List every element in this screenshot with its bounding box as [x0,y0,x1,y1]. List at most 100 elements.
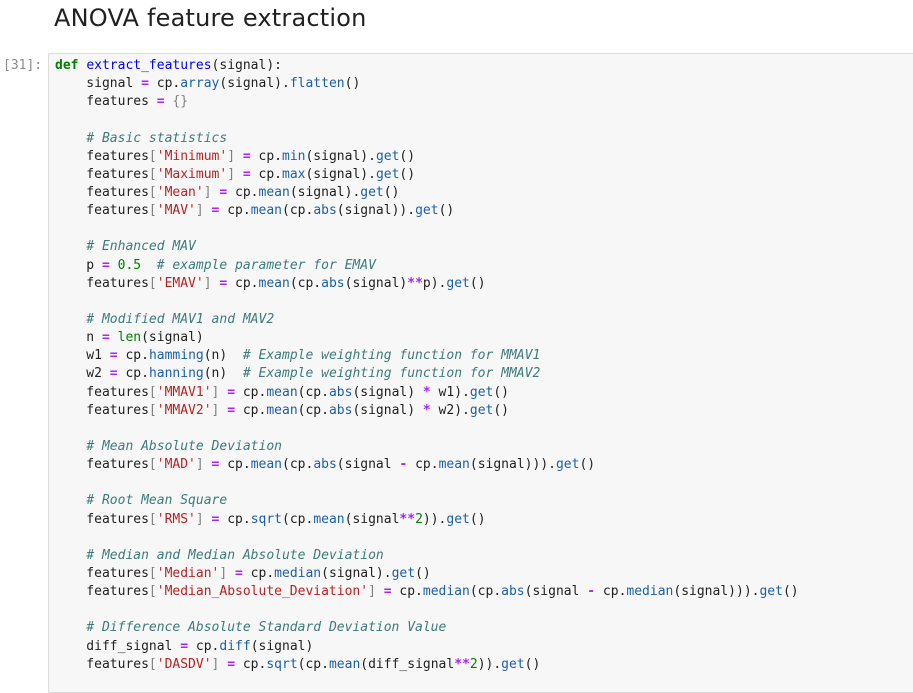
code-token: (cp. [282,203,314,219]
code-line: features['Maximum'] = cp.max(signal).get… [55,166,799,184]
code-token: = [242,148,251,164]
code-token: features [55,166,149,182]
code-token: )). [422,511,447,527]
code-token: signal [55,76,142,92]
code-token: cp. [219,511,251,527]
cell-execution-prompt: [31]: [3,58,43,73]
code-token: p [55,257,102,273]
code-token: [ [148,203,157,219]
code-token: # Example weighting function for MMAV2 [242,366,541,382]
code-token: cp. [227,275,259,291]
code-token: () [493,384,510,400]
code-token: 'MMAV1' [156,384,212,400]
code-token: 'Median' [156,565,220,581]
code-token: array [180,76,220,92]
code-token: [ [148,148,157,164]
code-token: * [422,384,431,400]
code-line: features['Minimum'] = cp.min(signal).get… [55,148,799,166]
code-token: mean [266,384,298,400]
code-token: cp. [595,584,627,600]
code-token: ** [407,275,423,291]
code-token: w1). [430,384,470,400]
code-token: abs [328,384,353,400]
code-token: features [55,402,149,418]
code-token: 0.5 [117,257,142,273]
code-token: = [242,166,251,182]
code-token: get [375,148,400,164]
code-line: features = {} [55,93,799,111]
code-token: max [282,166,306,182]
code-token: () [469,275,486,291]
code-token: (cp. [282,457,314,473]
code-token: features [55,203,149,219]
code-token: [ [148,511,157,527]
code-token: sqrt [250,511,282,527]
code-token: 'EMAV' [156,275,204,291]
code-token: # Example weighting function for MMAV1 [242,348,541,364]
code-token: abs [501,584,525,600]
code-token: w2 [55,366,110,382]
code-token: features [55,275,149,291]
code-line: def extract_features(signal): [55,57,799,75]
code-line: features['Median_Absolute_Deviation'] = … [55,583,798,601]
code-token: len [117,330,142,346]
code-token: () [415,565,431,581]
code-token: 'DASDV' [156,656,212,672]
code-token: cp. [235,402,267,418]
code-token: = [109,348,118,364]
code-token: [ [148,402,157,418]
code-token: (signal [344,511,400,527]
code-token: mean [250,203,282,219]
code-editor[interactable]: def extract_features(signal): signal = c… [55,57,799,674]
code-token: ** [399,511,416,527]
code-line: features['MAD'] = cp.mean(cp.abs(signal … [55,456,799,474]
code-token: mean [258,275,290,291]
code-token: hamming [148,348,204,364]
code-line: # Root Mean Square [55,492,799,510]
code-token: def [55,58,79,73]
code-token: ] [227,166,236,182]
code-token: 'Minimum' [156,148,228,164]
code-token: diff [219,638,251,654]
code-token: cp. [117,348,149,364]
code-token: () [579,457,596,473]
code-token: p). [422,275,447,291]
code-token: features [55,148,149,164]
code-token: - [587,584,596,600]
code-token: = [227,384,236,400]
code-token: mean [328,656,361,672]
code-token: # Root Mean Square [86,493,228,509]
code-token: (signal [336,457,400,473]
code-token: () [524,656,541,672]
code-token: 2 [415,511,423,527]
code-token: cp. [250,166,283,182]
code-token: (signal) [352,402,423,418]
code-token: mean [313,511,345,527]
code-token: ] [195,203,204,219]
code-token: mean [438,457,470,473]
code-token: (cp. [297,384,329,400]
code-token: = [141,76,149,92]
code-token: get [555,457,580,473]
code-token: cp. [219,457,251,473]
code-token: )). [477,656,502,672]
code-token: get [375,166,400,182]
code-token: = [227,656,236,672]
code-token: cp. [235,384,267,400]
code-token: get [501,656,525,672]
code-line: w2 = cp.hanning(n) # Example weighting f… [55,365,799,383]
code-token: cp. [407,457,439,473]
code-line: p = 0.5 # example parameter for EMAV [55,257,799,275]
code-token: * [422,402,431,418]
code-token: mean [250,457,282,473]
